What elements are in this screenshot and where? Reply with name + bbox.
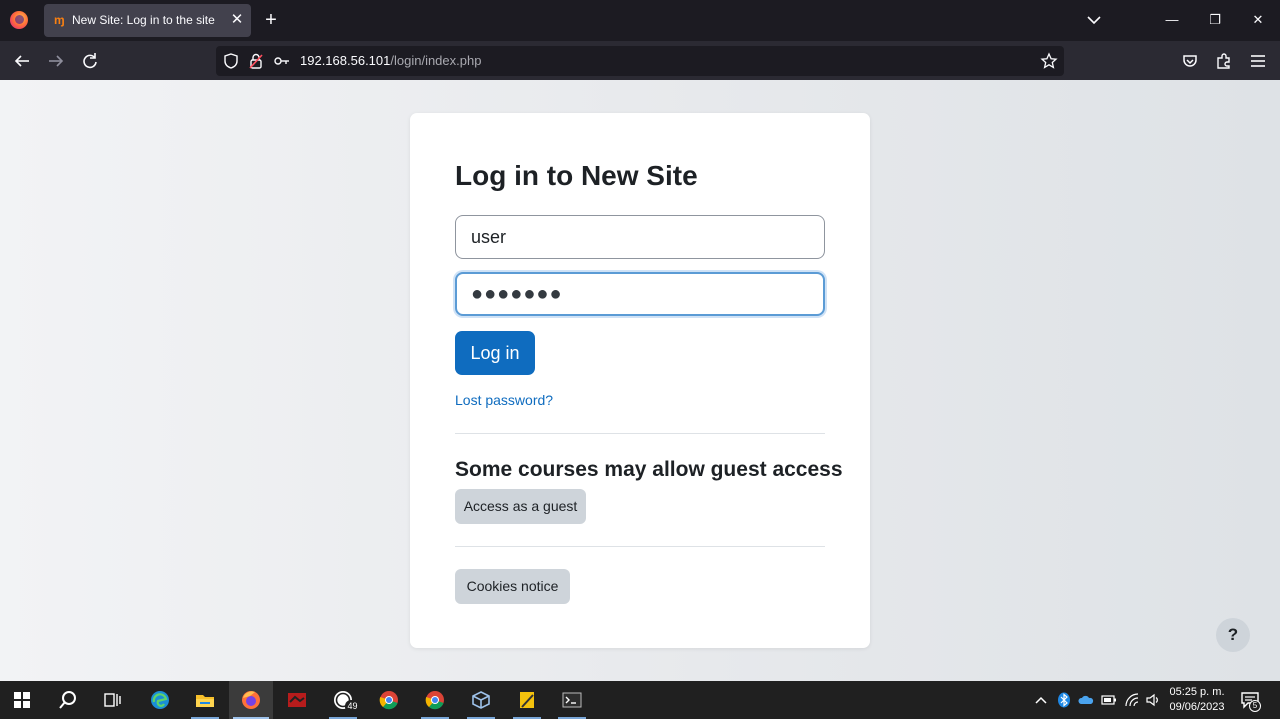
firefox-icon <box>242 691 260 709</box>
windows-taskbar: 49 05:25 p. m. 09/06/2023 5 <box>0 681 1280 719</box>
chrome-icon <box>379 691 398 710</box>
app-icon <box>288 693 306 707</box>
taskbar-terminal[interactable] <box>550 681 594 719</box>
terminal-icon <box>562 692 582 708</box>
taskbar-firefox[interactable] <box>229 681 273 719</box>
taskbar-whatsapp[interactable]: 49 <box>321 681 365 719</box>
hamburger-menu-icon[interactable] <box>1247 50 1269 72</box>
taskbar-notes[interactable] <box>505 681 549 719</box>
search-button[interactable] <box>46 681 90 719</box>
search-icon <box>59 691 76 709</box>
start-icon <box>14 692 30 708</box>
extensions-icon[interactable] <box>1213 50 1235 72</box>
battery-icon[interactable] <box>1101 692 1117 708</box>
shield-icon[interactable] <box>222 52 240 70</box>
password-field[interactable]: ●●●●●●● <box>455 272 825 316</box>
help-button[interactable]: ? <box>1216 618 1250 652</box>
file-explorer-icon <box>196 695 214 707</box>
taskbar-chrome-2[interactable] <box>413 681 457 719</box>
notification-count: 5 <box>1249 700 1261 712</box>
bookmark-star-icon[interactable] <box>1040 52 1058 70</box>
taskbar-chrome[interactable] <box>367 681 411 719</box>
start-button[interactable] <box>0 681 44 719</box>
restore-button[interactable]: ❐ <box>1205 10 1225 30</box>
login-card: Log in to New Site user ●●●●●●● Log in L… <box>410 113 870 648</box>
browser-tab-active[interactable]: ɱ New Site: Log in to the site ✕ <box>44 4 251 37</box>
forward-arrow-icon[interactable] <box>45 50 67 72</box>
access-as-guest-button[interactable]: Access as a guest <box>455 489 586 524</box>
notes-icon <box>520 692 534 708</box>
page-title: Log in to New Site <box>455 160 698 191</box>
virtualbox-icon <box>472 691 490 709</box>
tab-title: New Site: Log in to the site <box>72 13 215 27</box>
new-tab-button[interactable]: + <box>262 9 280 31</box>
divider <box>455 433 825 434</box>
minimize-button[interactable]: — <box>1162 10 1182 30</box>
url-text[interactable]: 192.168.56.101/login/index.php <box>300 53 481 68</box>
taskbar-app[interactable] <box>275 681 319 719</box>
pocket-icon[interactable] <box>1179 50 1201 72</box>
volume-icon[interactable] <box>1145 692 1161 708</box>
login-button[interactable]: Log in <box>455 331 535 375</box>
close-window-button[interactable]: ✕ <box>1248 10 1268 30</box>
whatsapp-badge: 49 <box>345 700 360 713</box>
task-view-button[interactable] <box>90 681 134 719</box>
divider <box>455 546 825 547</box>
navigation-toolbar: 192.168.56.101/login/index.php <box>0 41 1280 80</box>
taskbar-virtualbox[interactable] <box>459 681 503 719</box>
taskbar-edge[interactable] <box>138 681 182 719</box>
guest-access-heading: Some courses may allow guest access <box>455 458 843 481</box>
username-field[interactable]: user <box>455 215 825 259</box>
address-bar[interactable]: 192.168.56.101/login/index.php <box>216 46 1064 76</box>
password-mask: ●●●●●●● <box>471 283 563 305</box>
chevron-down-icon[interactable] <box>1085 10 1103 30</box>
back-arrow-icon[interactable] <box>11 50 33 72</box>
taskbar-file-explorer[interactable] <box>183 681 227 719</box>
firefox-menu-icon[interactable] <box>10 11 28 29</box>
task-view-icon <box>104 693 121 707</box>
insecure-lock-icon[interactable] <box>247 52 265 70</box>
chevron-up-icon[interactable] <box>1033 692 1049 708</box>
edge-icon <box>151 691 169 709</box>
reload-icon[interactable] <box>79 50 101 72</box>
clock-time: 05:25 p. m. <box>1169 686 1225 698</box>
page-content: Log in to New Site user ●●●●●●● Log in L… <box>0 80 1280 681</box>
url-host: 192.168.56.101 <box>300 53 391 68</box>
key-icon[interactable] <box>273 52 291 70</box>
wifi-icon[interactable] <box>1124 692 1140 708</box>
clock-date: 09/06/2023 <box>1169 701 1225 713</box>
lost-password-link[interactable]: Lost password? <box>455 392 553 408</box>
close-tab-icon[interactable]: ✕ <box>229 10 245 30</box>
taskbar-clock[interactable]: 05:25 p. m. 09/06/2023 <box>1166 685 1228 715</box>
bluetooth-icon[interactable] <box>1056 692 1072 708</box>
url-path: /login/index.php <box>390 53 482 68</box>
cookies-notice-button[interactable]: Cookies notice <box>455 569 570 604</box>
chrome-icon <box>425 691 444 710</box>
onedrive-icon[interactable] <box>1078 692 1094 708</box>
moodle-icon: ɱ <box>54 13 65 27</box>
browser-tabstrip: ɱ New Site: Log in to the site ✕ + — ❐ ✕ <box>0 0 1280 41</box>
